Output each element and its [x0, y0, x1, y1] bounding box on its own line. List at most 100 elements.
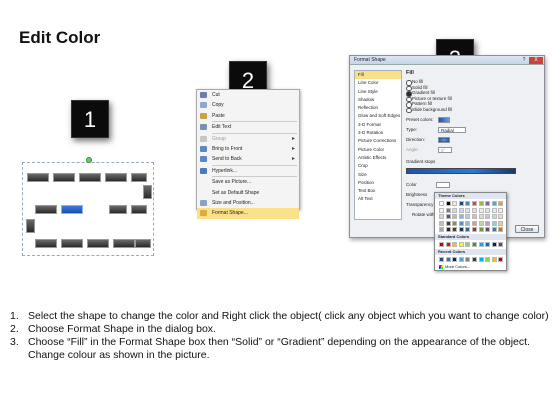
standard-color-swatch[interactable] — [491, 242, 497, 248]
chain-arrow[interactable] — [135, 239, 151, 248]
theme-color-swatch[interactable] — [471, 220, 477, 226]
menu-item-edit-text[interactable]: Edit Text — [197, 122, 299, 132]
recent-color-swatch[interactable] — [458, 257, 464, 263]
theme-color-swatch[interactable] — [485, 220, 491, 226]
theme-color-swatch[interactable] — [478, 214, 484, 220]
menu-item-hyperlink[interactable]: Hyperlink... — [197, 166, 299, 176]
standard-color-swatch[interactable] — [439, 242, 444, 248]
category-alt-text[interactable]: Alt Text — [355, 195, 401, 203]
theme-color-swatch[interactable] — [485, 227, 491, 233]
theme-color-swatch[interactable] — [458, 227, 464, 233]
menu-item-send-to-back[interactable]: Send to Back ▸ — [197, 154, 299, 164]
chain-arrow[interactable] — [27, 173, 49, 182]
category-picture-color[interactable]: Picture Color — [355, 146, 401, 154]
chain-arrow[interactable] — [131, 205, 147, 214]
theme-color-swatch[interactable] — [491, 220, 497, 226]
theme-color-swatch[interactable] — [452, 214, 458, 220]
standard-color-swatch[interactable] — [498, 242, 504, 248]
category-line-style[interactable]: Line Style — [355, 88, 401, 96]
color-picker-button[interactable] — [436, 182, 450, 188]
category-artistic-effects[interactable]: Artistic Effects — [355, 154, 401, 162]
theme-color-swatch[interactable] — [439, 214, 444, 220]
radio-slide-background-fill[interactable]: Slide background fill — [406, 107, 540, 114]
menu-item-bring-to-front[interactable]: Bring to Front ▸ — [197, 144, 299, 154]
menu-item-cut[interactable]: Cut — [197, 90, 299, 100]
standard-color-swatch[interactable] — [452, 242, 458, 248]
category-position[interactable]: Position — [355, 179, 401, 187]
chain-arrow[interactable] — [35, 239, 57, 248]
category-reflection[interactable]: Reflection — [355, 104, 401, 112]
theme-color-swatch[interactable] — [445, 220, 451, 226]
standard-color-swatch[interactable] — [485, 242, 491, 248]
recent-color-swatch[interactable] — [445, 257, 451, 263]
recent-color-swatch[interactable] — [439, 257, 444, 263]
theme-color-swatch[interactable] — [471, 207, 477, 213]
standard-color-swatch[interactable] — [458, 242, 464, 248]
menu-item-copy[interactable]: Copy — [197, 100, 299, 110]
category-line-color[interactable]: Line Color — [355, 79, 401, 87]
help-button[interactable]: ? — [520, 57, 528, 64]
category-3d-rotation[interactable]: 3-D Rotation — [355, 129, 401, 137]
theme-color-swatch[interactable] — [478, 227, 484, 233]
chain-arrow[interactable] — [26, 219, 35, 233]
angle-input[interactable]: 0° — [438, 147, 452, 153]
standard-color-swatch[interactable] — [445, 242, 451, 248]
chain-arrow[interactable] — [61, 239, 83, 248]
type-dropdown[interactable]: Radial — [438, 127, 466, 133]
chain-arrow[interactable] — [105, 173, 127, 182]
recent-color-swatch[interactable] — [478, 257, 484, 263]
theme-color-swatch[interactable] — [491, 227, 497, 233]
category-fill[interactable]: Fill — [355, 71, 401, 80]
chain-arrow[interactable] — [131, 173, 147, 182]
chain-arrow[interactable] — [53, 173, 75, 182]
chain-arrow[interactable] — [109, 205, 127, 214]
theme-color-swatch[interactable] — [465, 220, 471, 226]
close-button[interactable]: Close — [515, 225, 539, 233]
theme-color-swatch[interactable] — [458, 201, 464, 206]
theme-color-swatch[interactable] — [491, 201, 497, 206]
dialog-close-button[interactable]: X — [529, 57, 543, 64]
theme-color-swatch[interactable] — [439, 207, 444, 213]
chain-arrow[interactable] — [87, 239, 109, 248]
theme-color-swatch[interactable] — [445, 214, 451, 220]
theme-color-swatch[interactable] — [485, 214, 491, 220]
category-shadow[interactable]: Shadow — [355, 96, 401, 104]
theme-color-swatch[interactable] — [458, 214, 464, 220]
theme-color-swatch[interactable] — [452, 227, 458, 233]
theme-color-swatch[interactable] — [485, 201, 491, 206]
rotation-handle[interactable] — [86, 157, 92, 163]
standard-color-swatch[interactable] — [478, 242, 484, 248]
theme-color-swatch[interactable] — [485, 207, 491, 213]
preset-colors-dropdown[interactable] — [438, 117, 450, 123]
theme-color-swatch[interactable] — [498, 227, 504, 233]
recent-color-swatch[interactable] — [491, 257, 497, 263]
selected-chain-arrow[interactable] — [61, 205, 83, 214]
chain-arrow[interactable] — [143, 185, 152, 199]
chain-arrow[interactable] — [79, 173, 101, 182]
recent-color-swatch[interactable] — [452, 257, 458, 263]
theme-color-swatch[interactable] — [465, 227, 471, 233]
theme-color-swatch[interactable] — [465, 207, 471, 213]
theme-color-swatch[interactable] — [445, 201, 451, 206]
menu-item-group[interactable]: Group ▸ — [197, 134, 299, 144]
category-3d-format[interactable]: 3-D Format — [355, 121, 401, 129]
theme-color-swatch[interactable] — [445, 227, 451, 233]
standard-color-swatch[interactable] — [465, 242, 471, 248]
theme-color-swatch[interactable] — [471, 201, 477, 206]
menu-item-paste[interactable]: Paste — [197, 111, 299, 121]
more-colors-link[interactable]: More Colors... — [435, 264, 506, 270]
theme-color-swatch[interactable] — [471, 227, 477, 233]
theme-color-swatch[interactable] — [458, 220, 464, 226]
theme-color-swatch[interactable] — [498, 207, 504, 213]
category-crop[interactable]: Crop — [355, 162, 401, 170]
theme-color-swatch[interactable] — [439, 201, 444, 206]
gradient-stops-bar[interactable] — [406, 168, 516, 174]
chain-arrow[interactable] — [113, 239, 135, 248]
theme-color-swatch[interactable] — [498, 214, 504, 220]
standard-color-swatch[interactable] — [471, 242, 477, 248]
menu-item-format-shape[interactable]: Format Shape... — [197, 208, 299, 219]
theme-color-swatch[interactable] — [439, 220, 444, 226]
theme-color-swatch[interactable] — [439, 227, 444, 233]
theme-color-swatch[interactable] — [478, 207, 484, 213]
recent-color-swatch[interactable] — [471, 257, 477, 263]
